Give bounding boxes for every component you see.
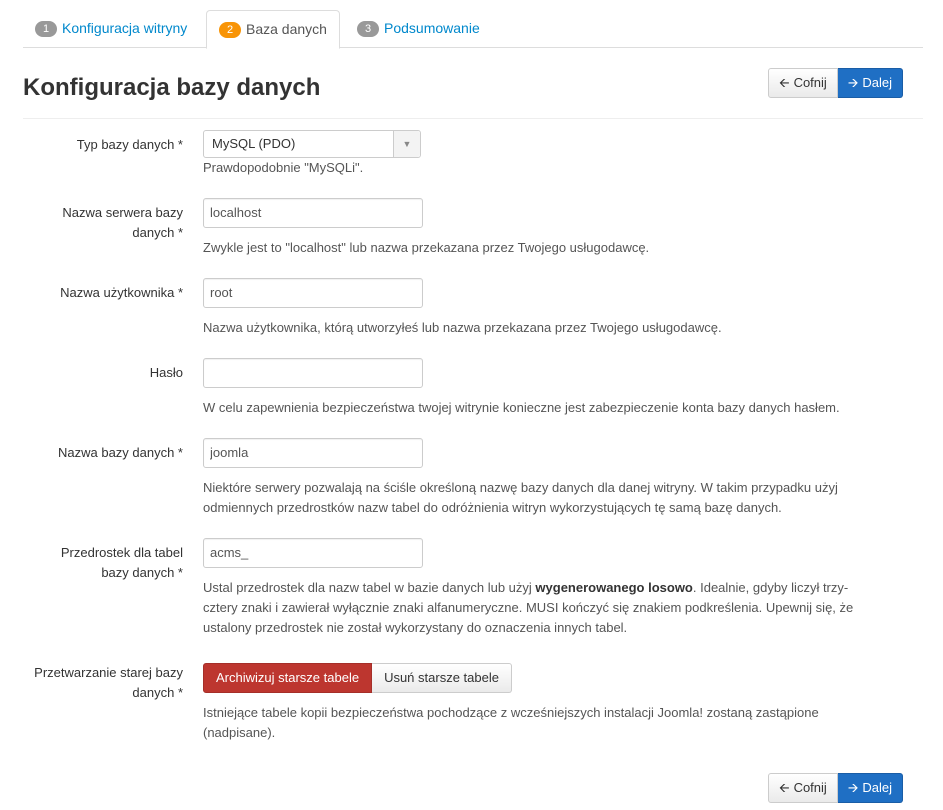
arrow-left-icon: 🡨 (779, 780, 790, 795)
db-type-select[interactable]: MySQL (PDO) ▼ (203, 130, 421, 158)
tab-summary[interactable]: 3 Podsumowanie (345, 10, 492, 46)
tab-database[interactable]: 2 Baza danych (206, 10, 340, 49)
tab-label: Baza danych (246, 21, 327, 37)
db-type-help: Prawdopodobnie "MySQLi". (203, 160, 364, 175)
old-db-help: Istniejące tabele kopii bezpieczeństwa p… (203, 703, 913, 743)
step-badge: 1 (35, 21, 57, 37)
bottom-nav-buttons: 🡨 Cofnij 🡪 Dalej (768, 773, 903, 803)
username-input[interactable] (203, 278, 423, 308)
tab-label: Podsumowanie (384, 20, 480, 36)
tab-site-configuration[interactable]: 1 Konfiguracja witryny (23, 10, 199, 46)
prefix-label-line: bazy danych * (101, 565, 183, 580)
old-db-label-line: Przetwarzanie starej bazy (34, 665, 183, 680)
prefix-help-text: Ustal przedrostek dla nazw tabel w bazie… (203, 580, 536, 595)
host-help: Zwykle jest to "localhost" lub nazwa prz… (203, 240, 650, 255)
username-label: Nazwa użytkownika * (60, 285, 183, 300)
host-label-line: Nazwa serwera bazy (62, 205, 183, 220)
next-button[interactable]: 🡪 Dalej (837, 68, 903, 98)
prefix-label-line: Przedrostek dla tabel (60, 545, 183, 560)
prefix-help: Ustal przedrostek dla nazw tabel w bazie… (203, 578, 913, 638)
db-name-help-line: odmiennych przedrostków nazw tabel do od… (203, 500, 782, 515)
prefix-help-emphasis: wygenerowanego losowo (535, 580, 693, 595)
back-button-label: Cofnij (793, 75, 827, 90)
back-button[interactable]: 🡨 Cofnij (768, 68, 838, 98)
backup-old-tables-button[interactable]: Archiwizuj starsze tabele (203, 663, 373, 693)
password-label: Hasło (149, 365, 183, 380)
db-name-input[interactable] (203, 438, 423, 468)
next-button[interactable]: 🡪 Dalej (837, 773, 903, 803)
db-name-help-line: Niektóre serwery pozwalają na ściśle okr… (203, 480, 838, 495)
next-button-label: Dalej (862, 780, 892, 795)
chevron-down-icon[interactable]: ▼ (393, 131, 420, 157)
db-type-label: Typ bazy danych * (76, 137, 183, 152)
prefix-label: Przedrostek dla tabel bazy danych * (23, 543, 183, 583)
back-button[interactable]: 🡨 Cofnij (768, 773, 838, 803)
prefix-help-line: ustalony przedrostek nie został wykorzys… (203, 620, 628, 635)
remove-old-tables-button[interactable]: Usuń starsze tabele (372, 663, 512, 693)
old-db-help-line: (nadpisane). (203, 725, 276, 740)
password-input[interactable] (203, 358, 423, 388)
old-db-label-line: danych * (132, 685, 183, 700)
old-db-label: Przetwarzanie starej bazy danych * (23, 663, 183, 703)
top-nav-buttons: 🡨 Cofnij 🡪 Dalej (768, 68, 903, 98)
next-button-label: Dalej (862, 75, 892, 90)
password-help: W celu zapewnienia bezpieczeństwa twojej… (203, 400, 840, 415)
tab-label: Konfiguracja witryny (62, 20, 188, 36)
prefix-help-text: . Idealnie, gdyby liczył trzy- (692, 580, 849, 595)
old-db-help-line: Istniejące tabele kopii bezpieczeństwa p… (203, 705, 819, 720)
step-badge: 2 (219, 22, 241, 38)
arrow-right-icon: 🡪 (847, 780, 859, 795)
db-type-value: MySQL (PDO) (212, 136, 296, 151)
wizard-tabs: 1 Konfiguracja witryny 2 Baza danych 3 Pods… (23, 10, 923, 49)
db-name-label: Nazwa bazy danych * (57, 445, 183, 460)
host-label: Nazwa serwera bazy danych * (23, 203, 183, 243)
arrow-left-icon: 🡨 (779, 75, 790, 90)
host-label-line: danych * (132, 225, 183, 240)
back-button-label: Cofnij (793, 780, 827, 795)
username-help: Nazwa użytkownika, którą utworzyłeś lub … (203, 320, 722, 335)
arrow-right-icon: 🡪 (847, 75, 859, 90)
prefix-help-line: Ustal przedrostek dla nazw tabel w bazie… (203, 578, 913, 598)
prefix-help-line: cztery znaki i zawierał wyłącznie znaki … (203, 600, 854, 615)
old-db-toggle: Archiwizuj starsze tabele Usuń starsze t… (203, 663, 512, 693)
divider (23, 118, 923, 119)
db-name-help: Niektóre serwery pozwalają na ściśle okr… (203, 478, 913, 518)
step-badge: 3 (357, 21, 379, 37)
page-title: Konfiguracja bazy danych (23, 74, 321, 101)
host-input[interactable] (203, 198, 423, 228)
prefix-input[interactable] (203, 538, 423, 568)
